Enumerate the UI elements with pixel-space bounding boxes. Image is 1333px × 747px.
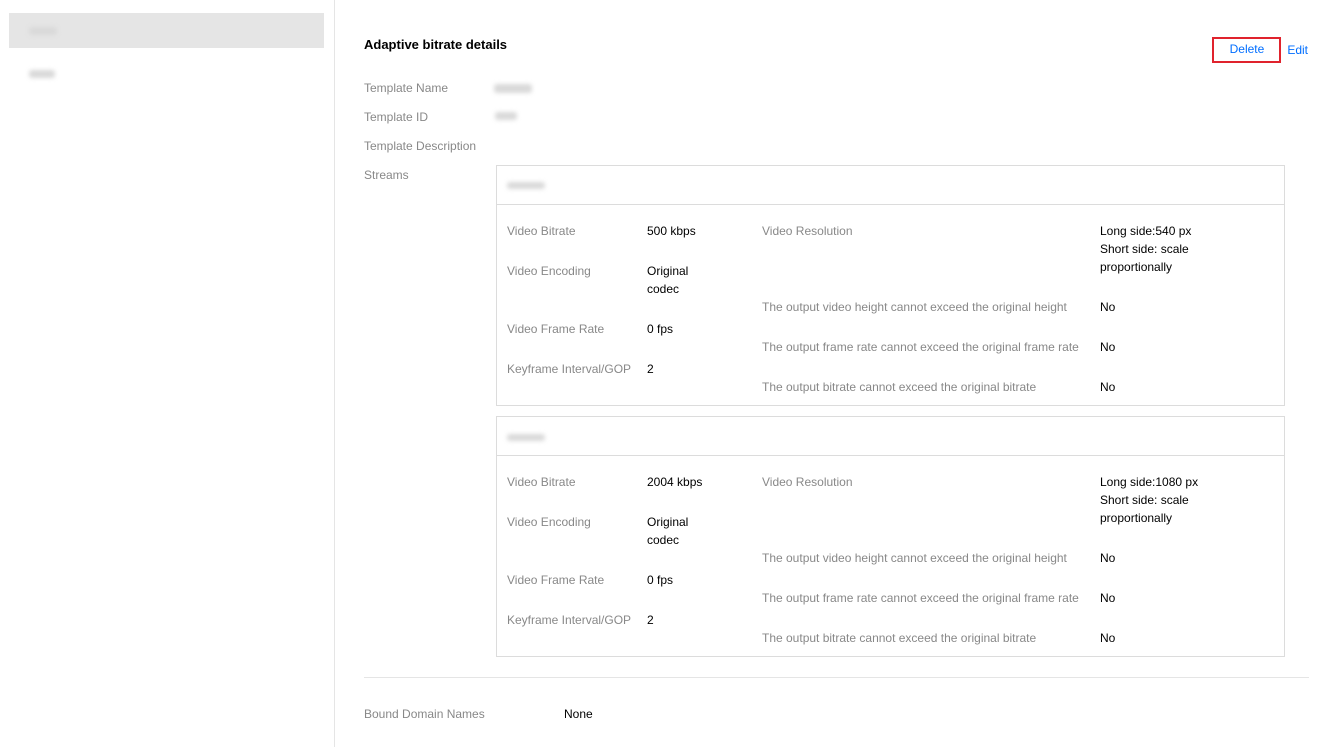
height-limit-value: No: [1100, 551, 1116, 565]
video-encoding-value: Original codec: [647, 264, 689, 296]
sidebar: [0, 0, 335, 747]
sidebar-item-active[interactable]: [9, 13, 324, 48]
frame-rate-label: Video Frame Rate: [507, 322, 605, 336]
stream-card-header: [497, 166, 1284, 205]
template-id-label: Template ID: [364, 110, 429, 124]
stream-card: Video Bitrate 2004 kbps Video Encoding O…: [496, 416, 1285, 657]
resolution-label: Video Resolution: [762, 475, 853, 489]
delete-button[interactable]: Delete: [1230, 42, 1265, 56]
stream-card-header: [497, 417, 1284, 456]
height-limit-label: The output video height cannot exceed th…: [762, 300, 1067, 314]
template-description-label: Template Description: [364, 139, 477, 153]
bitrate-limit-label: The output bitrate cannot exceed the ori…: [762, 380, 1037, 394]
resolution-long-value: Long side:1080 px: [1100, 475, 1199, 489]
video-bitrate-value: 500 kbps: [647, 224, 696, 238]
stream-card: Video Bitrate 500 kbps Video Encoding Or…: [496, 165, 1285, 406]
video-encoding-label: Video Encoding: [507, 515, 591, 529]
template-id-value: [495, 112, 517, 120]
bitrate-limit-value: No: [1100, 380, 1116, 394]
delete-highlight: Delete: [1211, 37, 1282, 63]
streams-label: Streams: [364, 168, 409, 182]
framerate-limit-label: The output frame rate cannot exceed the …: [762, 340, 1079, 354]
framerate-limit-value: No: [1100, 340, 1116, 354]
template-name-value: [494, 84, 532, 93]
framerate-limit-value: No: [1100, 591, 1116, 605]
resolution-long-value: Long side:540 px: [1100, 224, 1192, 238]
section-divider: [364, 677, 1309, 678]
stream-name: [507, 182, 545, 189]
main-panel: Adaptive bitrate details Delete Edit Tem…: [364, 0, 1333, 747]
header-actions: Delete Edit: [1211, 37, 1308, 63]
video-encoding-value: Original codec: [647, 515, 689, 547]
gop-label: Keyframe Interval/GOP: [507, 362, 632, 376]
bound-domains-value: None: [564, 707, 593, 721]
frame-rate-value: 0 fps: [647, 322, 674, 336]
sidebar-item[interactable]: [9, 60, 324, 88]
edit-button[interactable]: Edit: [1287, 43, 1308, 57]
height-limit-label: The output video height cannot exceed th…: [762, 551, 1067, 565]
redacted-label: [29, 27, 57, 35]
gop-value: 2: [647, 362, 654, 376]
resolution-short-value: Short side: scale proportionally: [1100, 242, 1189, 274]
resolution-label: Video Resolution: [762, 224, 853, 238]
page-title: Adaptive bitrate details: [364, 37, 508, 52]
framerate-limit-label: The output frame rate cannot exceed the …: [762, 591, 1079, 605]
template-name-label: Template Name: [364, 81, 449, 95]
gop-value: 2: [647, 613, 654, 627]
bitrate-limit-label: The output bitrate cannot exceed the ori…: [762, 631, 1037, 645]
video-bitrate-label: Video Bitrate: [507, 475, 576, 489]
redacted-label: [29, 70, 55, 78]
bitrate-limit-value: No: [1100, 631, 1116, 645]
video-encoding-label: Video Encoding: [507, 264, 591, 278]
frame-rate-value: 0 fps: [647, 573, 674, 587]
resolution-short-value: Short side: scale proportionally: [1100, 493, 1189, 525]
video-bitrate-label: Video Bitrate: [507, 224, 576, 238]
bound-domains-label: Bound Domain Names: [364, 707, 485, 721]
frame-rate-label: Video Frame Rate: [507, 573, 605, 587]
gop-label: Keyframe Interval/GOP: [507, 613, 632, 627]
height-limit-value: No: [1100, 300, 1116, 314]
video-bitrate-value: 2004 kbps: [647, 475, 703, 489]
stream-name: [507, 434, 545, 441]
